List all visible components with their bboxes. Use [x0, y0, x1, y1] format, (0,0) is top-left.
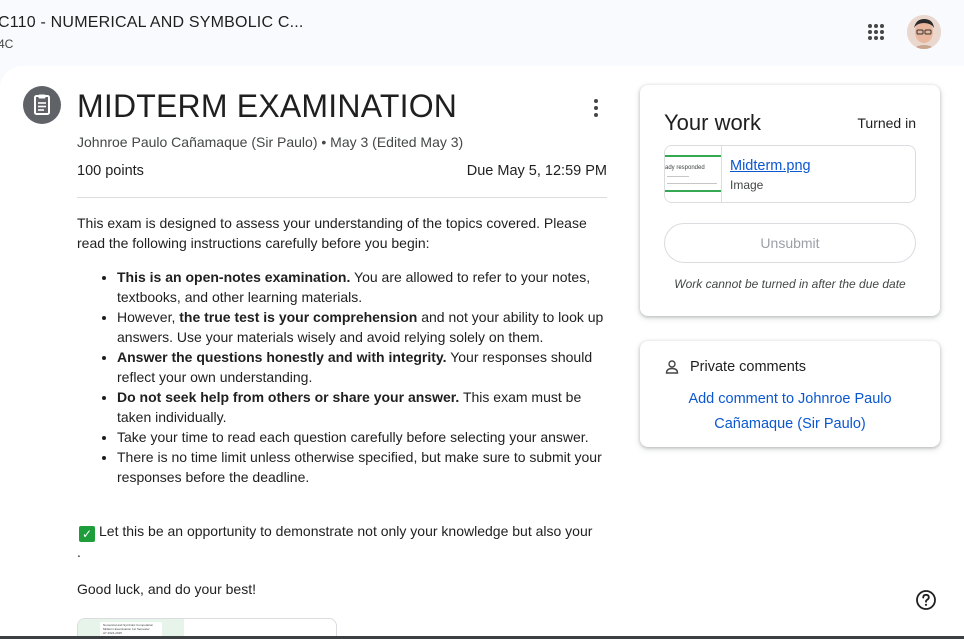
assignment-title: MIDTERM EXAMINATION [77, 88, 458, 124]
google-apps-icon[interactable] [866, 22, 886, 42]
file-type: Image [730, 178, 764, 192]
instructions: This exam is designed to assess your und… [77, 213, 617, 487]
help-icon[interactable] [915, 589, 937, 611]
list-item: However, the true test is your comprehen… [117, 307, 617, 347]
user-avatar[interactable] [907, 15, 941, 49]
avatar-image [907, 15, 941, 49]
due-date-notice: Work cannot be turned in after the due d… [674, 277, 906, 291]
course-title[interactable]: C110 - NUMERICAL AND SYMBOLIC C... [0, 14, 304, 32]
points: 100 points [77, 163, 144, 179]
due-date: Due May 5, 12:59 PM [466, 163, 607, 179]
attachment-thumb-line: AY 2024-2025 [103, 631, 122, 635]
assignment-clipboard-icon [23, 86, 61, 124]
your-work-card: Your work Turned in ady responded Midter… [640, 85, 940, 316]
private-comments-title: Private comments [690, 359, 807, 375]
top-bar: C110 - NUMERICAL AND SYMBOLIC C... 4C [0, 0, 964, 66]
divider [77, 197, 607, 198]
status-badge: Turned in [857, 115, 916, 131]
person-icon [665, 360, 679, 374]
instructions-intro: This exam is designed to assess your und… [77, 215, 587, 251]
file-thumb-text: ady responded [665, 165, 705, 171]
list-item: This is an open-notes examination. You a… [117, 267, 617, 307]
more-options-icon[interactable] [583, 95, 609, 121]
file-thumbnail: ady responded [665, 146, 722, 202]
closing-line: ✓ Let this be an opportunity to demonstra… [77, 521, 597, 562]
list-item: Do not seek help from others or share yo… [117, 387, 617, 427]
list-item: Answer the questions honestly and with i… [117, 347, 617, 387]
assignment-meta: Johnroe Paulo Cañamaque (Sir Paulo) • Ma… [77, 134, 464, 150]
private-comments-card: Private comments Add comment to Johnroe … [640, 341, 940, 447]
closing-text: Let this be an opportunity to demonstrat… [77, 523, 593, 560]
submitted-file[interactable]: ady responded Midterm.png Image [664, 145, 916, 203]
list-item: There is no time limit unless otherwise … [117, 447, 617, 487]
instructions-list: This is an open-notes examination. You a… [117, 267, 617, 487]
unsubmit-button[interactable]: Unsubmit [664, 223, 916, 263]
course-section: 4C [0, 37, 14, 51]
green-checkmark-icon: ✓ [79, 526, 95, 542]
good-luck-text: Good luck, and do your best! [77, 581, 256, 597]
list-item: Take your time to read each question car… [117, 427, 617, 447]
your-work-title: Your work [664, 110, 762, 135]
file-name-link[interactable]: Midterm.png [730, 158, 811, 174]
add-comment-link[interactable]: Add comment to Johnroe Paulo Cañamaque (… [660, 387, 920, 437]
